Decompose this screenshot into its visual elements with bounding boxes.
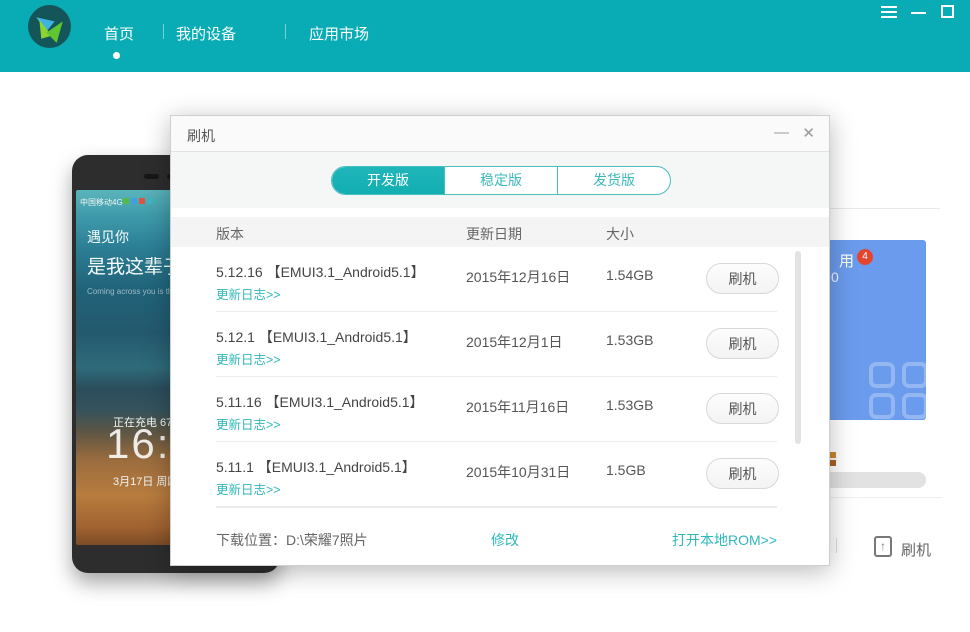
rom-date: 2015年11月16日: [466, 399, 570, 415]
nav-item-my-devices[interactable]: 我的设备: [176, 23, 236, 44]
changelog-link[interactable]: 更新日志>>: [216, 414, 281, 433]
active-nav-dot: [113, 52, 120, 59]
flash-button[interactable]: 刷机: [706, 393, 779, 424]
rom-size: 1.54GB: [606, 267, 654, 283]
clipped-text-fragment: [830, 452, 836, 466]
table-header: 版本 更新日期 大小: [171, 217, 829, 247]
table-row: 5.12.1 【EMUI3.1_Android5.1】 更新日志>> 2015年…: [171, 312, 829, 377]
rom-list: 5.12.16 【EMUI3.1_Android5.1】 更新日志>> 2015…: [171, 247, 829, 507]
maximize-icon[interactable]: [941, 5, 954, 18]
changelog-link[interactable]: 更新日志>>: [216, 349, 281, 368]
app-grid-icon: [869, 362, 926, 420]
column-version: 版本: [216, 226, 244, 242]
flash-upload-icon[interactable]: ↑: [874, 536, 892, 557]
footer-separator: [216, 507, 777, 508]
flash-button[interactable]: 刷机: [706, 328, 779, 359]
menu-icon[interactable]: [881, 6, 897, 18]
update-count-badge: 4: [857, 249, 873, 265]
column-size: 大小: [606, 226, 634, 242]
rom-size: 1.53GB: [606, 332, 654, 348]
modify-link[interactable]: 修改: [491, 530, 519, 550]
rom-version: 5.12.16 【EMUI3.1_Android5.1】: [216, 264, 425, 280]
lockscreen-date: 3月17日 周四: [113, 476, 179, 488]
version-tab-group: 开发版 稳定版 发货版: [331, 166, 671, 195]
status-icon: [139, 198, 145, 204]
flash-button[interactable]: 刷机: [706, 263, 779, 294]
phone-speaker: [144, 174, 159, 179]
table-row: 5.11.16 【EMUI3.1_Android5.1】 更新日志>> 2015…: [171, 377, 829, 442]
status-icon: [131, 198, 137, 204]
status-icon: [123, 198, 129, 204]
dialog-titlebar: 刷机 — ✕: [171, 116, 829, 152]
download-location-label: 下载位置：D:\荣耀7照片: [216, 532, 368, 548]
carrier-label: 中国移动4G: [80, 198, 123, 207]
table-row: 5.11.1 【EMUI3.1_Android5.1】 更新日志>> 2015年…: [171, 442, 829, 507]
toolbar-separator: [836, 538, 837, 553]
app-logo-icon: [28, 5, 71, 48]
lockscreen-lyric-english: Coming across you is the: [87, 287, 177, 296]
app-header: 首页 我的设备 应用市场: [0, 0, 970, 72]
changelog-link[interactable]: 更新日志>>: [216, 479, 281, 498]
tab-stable[interactable]: 稳定版: [444, 167, 557, 194]
rom-date: 2015年12月1日: [466, 334, 563, 350]
status-icon: [147, 198, 153, 204]
rom-version: 5.11.16 【EMUI3.1_Android5.1】: [216, 394, 424, 410]
nav-separator: [163, 24, 164, 39]
rom-version: 5.12.1 【EMUI3.1_Android5.1】: [216, 329, 417, 345]
table-row: 5.12.16 【EMUI3.1_Android5.1】 更新日志>> 2015…: [171, 247, 829, 312]
rom-size: 1.5GB: [606, 462, 646, 478]
rom-size: 1.53GB: [606, 397, 654, 413]
open-local-rom-link[interactable]: 打开本地ROM>>: [672, 530, 777, 550]
tab-release[interactable]: 发货版: [557, 167, 670, 194]
lockscreen-lyric-line1: 遇见你: [87, 229, 129, 245]
dialog-title: 刷机: [187, 128, 215, 144]
dialog-footer: 下载位置：D:\荣耀7照片 修改 打开本地ROM>>: [171, 507, 829, 565]
nav-separator: [285, 24, 286, 39]
dialog-tab-zone: 开发版 稳定版 发货版: [171, 152, 829, 208]
flash-button[interactable]: 刷机: [706, 458, 779, 489]
tab-development[interactable]: 开发版: [332, 167, 444, 194]
rom-date: 2015年10月31日: [466, 464, 571, 480]
rom-date: 2015年12月16日: [466, 269, 571, 285]
rom-version: 5.11.1 【EMUI3.1_Android5.1】: [216, 459, 416, 475]
changelog-link[interactable]: 更新日志>>: [216, 284, 281, 303]
minimize-icon[interactable]: [911, 12, 926, 14]
flash-dialog: 刷机 — ✕ 开发版 稳定版 发货版 版本 更新日期 大小 5.12.16 【E…: [170, 115, 830, 566]
dialog-minimize-icon[interactable]: —: [774, 124, 789, 141]
nav-item-home[interactable]: 首页: [104, 23, 134, 44]
dialog-close-icon[interactable]: ✕: [802, 124, 815, 142]
scrollbar-thumb[interactable]: [795, 251, 801, 444]
card-value-fragment: 0: [831, 269, 839, 285]
toolbar-flash-label[interactable]: 刷机: [901, 539, 931, 560]
card-label-fragment: 用: [839, 253, 855, 270]
nav-item-app-market[interactable]: 应用市场: [309, 23, 369, 44]
column-update-date: 更新日期: [466, 226, 522, 242]
status-bar-icons: [123, 198, 153, 204]
